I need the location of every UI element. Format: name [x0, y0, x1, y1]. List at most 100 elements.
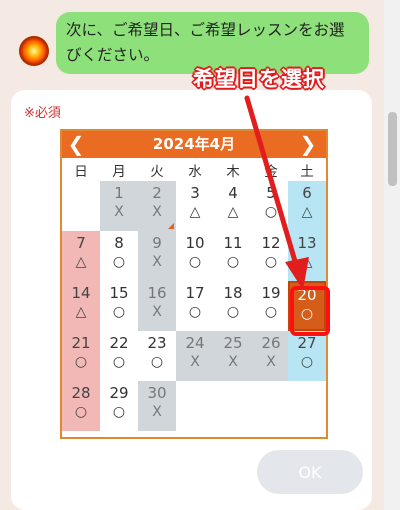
bot-avatar: [19, 36, 49, 66]
day-number: 9: [152, 234, 162, 252]
calendar-day-cell[interactable]: 30 X: [138, 381, 176, 431]
day-number: 11: [223, 234, 243, 252]
calendar-day-cell[interactable]: 16 X: [138, 281, 176, 331]
calendar-day-cell[interactable]: 11 ○: [214, 231, 252, 281]
day-number: 2: [152, 184, 162, 202]
calendar-day-cell[interactable]: 13 △: [288, 231, 326, 281]
weekday-header: 火: [150, 164, 164, 180]
availability-mark: X: [152, 404, 162, 420]
day-number: 29: [109, 384, 129, 402]
calendar-day-cell[interactable]: 23 ○: [138, 331, 176, 381]
calendar-header: ❮ 2024年4月 ❯: [62, 131, 326, 158]
day-number: 21: [71, 334, 91, 352]
calendar-day-cell[interactable]: 1X: [100, 181, 138, 231]
availability-mark: ○: [188, 254, 202, 270]
availability-mark: X: [114, 204, 124, 220]
availability-mark: ○: [150, 354, 164, 370]
weekday-header: 月: [112, 164, 126, 180]
availability-mark: X: [152, 254, 162, 270]
calendar-day-cell[interactable]: 24 X: [176, 331, 214, 381]
availability-mark: X: [190, 354, 200, 370]
availability-mark: △: [227, 204, 239, 220]
day-number: 27: [297, 334, 317, 352]
availability-mark: ○: [74, 354, 88, 370]
availability-mark: ○: [112, 354, 126, 370]
day-number: 12: [261, 234, 281, 252]
chat-message-line-1: 次に、ご希望日、ご希望レッスンをお選: [66, 21, 345, 39]
availability-mark: ○: [188, 304, 202, 320]
calendar-day-cell[interactable]: 29 ○: [100, 381, 138, 431]
day-number: 6: [302, 184, 312, 202]
calendar-day-cell[interactable]: 4 △: [214, 181, 252, 231]
day-number: 24: [185, 334, 205, 352]
availability-mark: ○: [112, 304, 126, 320]
day-number: 15: [109, 284, 129, 302]
weekday-header: 木: [226, 164, 240, 180]
day-number: 13: [297, 234, 317, 252]
date-picker-calendar: ❮ 2024年4月 ❯ 日月火水木金土 1 X 2 X 3 △ 4 △ 5 ○ 6 △ 7 △ 8 ○ 9 X 10…: [60, 129, 328, 439]
availability-mark: ○: [226, 254, 240, 270]
day-number: 5: [266, 184, 276, 202]
corner-marker-icon: [168, 223, 174, 229]
calendar-day-cell[interactable]: 10 ○: [176, 231, 214, 281]
calendar-day-cell[interactable]: 19 ○: [252, 281, 290, 331]
calendar-day-cell[interactable]: 7 △: [62, 231, 100, 281]
weekday-header: 日: [74, 164, 88, 180]
day-number: 16: [147, 284, 167, 302]
selection-highlight-box: [290, 286, 330, 336]
day-number: 10: [185, 234, 205, 252]
availability-mark: X: [152, 204, 162, 220]
calendar-day-cell[interactable]: 28 ○: [62, 381, 100, 431]
calendar-day-cell[interactable]: 17 ○: [176, 281, 214, 331]
scrollbar-thumb[interactable]: [388, 112, 397, 186]
calendar-day-cell[interactable]: 25 X: [214, 331, 252, 381]
calendar-day-cell[interactable]: 9X: [138, 231, 176, 281]
calendar-day-cell[interactable]: 8 ○: [100, 231, 138, 281]
availability-mark: △: [301, 204, 313, 220]
availability-mark: △: [75, 254, 87, 270]
day-number: 17: [185, 284, 205, 302]
calendar-day-cell[interactable]: 18 ○: [214, 281, 252, 331]
day-number: 26: [261, 334, 281, 352]
day-number: 23: [147, 334, 167, 352]
availability-mark: △: [301, 254, 313, 270]
calendar-day-cell[interactable]: 14 △: [62, 281, 100, 331]
weekday-header: 金: [264, 164, 278, 180]
day-number: 14: [71, 284, 91, 302]
availability-mark: ○: [264, 304, 278, 320]
calendar-day-cell[interactable]: 12 ○: [252, 231, 290, 281]
availability-mark: △: [189, 204, 201, 220]
day-number: 25: [223, 334, 243, 352]
day-number: 3: [190, 184, 200, 202]
calendar-day-cell[interactable]: 21 ○: [62, 331, 100, 381]
callout-label: 希望日を選択: [193, 67, 325, 91]
calendar-day-cell[interactable]: 22 ○: [100, 331, 138, 381]
page-scrollbar[interactable]: [384, 0, 400, 510]
day-number: 30: [147, 384, 167, 402]
chevron-right-icon[interactable]: ❯: [296, 131, 320, 158]
availability-mark: X: [228, 354, 238, 370]
availability-mark: ○: [112, 254, 126, 270]
day-number: 22: [109, 334, 129, 352]
calendar-day-cell[interactable]: 27 ○: [288, 331, 326, 381]
day-number: 4: [228, 184, 238, 202]
calendar-day-cell[interactable]: 15 ○: [100, 281, 138, 331]
calendar-day-cell[interactable]: 5 ○: [252, 181, 290, 231]
day-number: 28: [71, 384, 91, 402]
required-label: ※必須: [24, 106, 61, 121]
availability-mark: ○: [112, 404, 126, 420]
availability-mark: ○: [264, 204, 278, 220]
day-number: 18: [223, 284, 243, 302]
availability-mark: ○: [264, 254, 278, 270]
day-number: 7: [76, 234, 86, 252]
calendar-day-cell[interactable]: 6 △: [288, 181, 326, 231]
ok-button[interactable]: OK: [257, 450, 363, 494]
availability-mark: ○: [300, 354, 314, 370]
availability-mark: ○: [74, 404, 88, 420]
day-number: 8: [114, 234, 124, 252]
calendar-day-cell[interactable]: 26 X: [252, 331, 290, 381]
weekday-header: 土: [300, 164, 314, 180]
calendar-day-cell[interactable]: 3 △: [176, 181, 214, 231]
availability-mark: ○: [226, 304, 240, 320]
calendar-day-cell[interactable]: 2X: [138, 181, 176, 231]
